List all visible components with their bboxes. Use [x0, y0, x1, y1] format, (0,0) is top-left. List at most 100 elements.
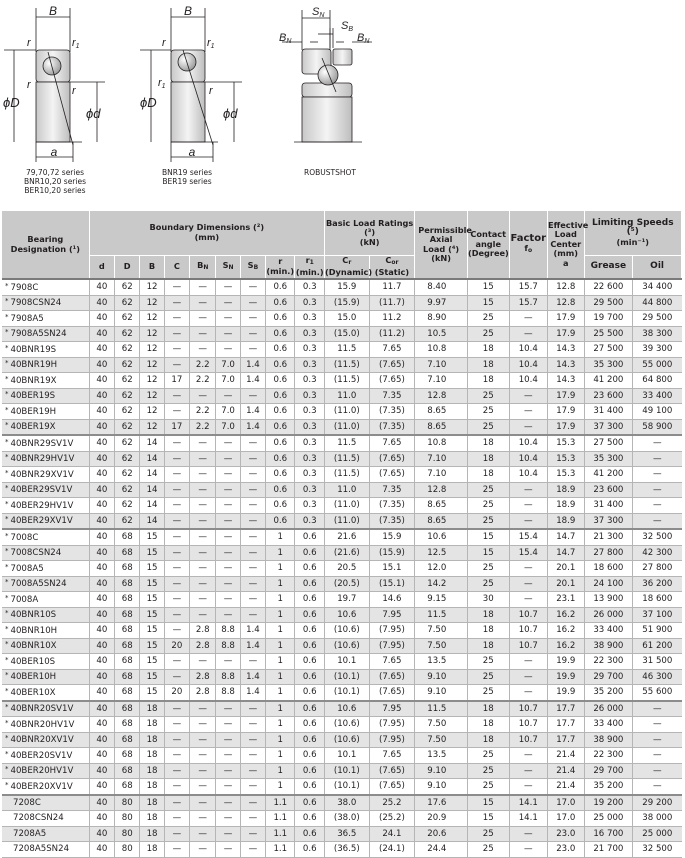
cell-SN: 7.0 — [215, 357, 241, 373]
cell-cr-dynamic: 10.1 — [324, 653, 370, 670]
cell-permissible-axial-load: 13.5 — [414, 653, 468, 670]
cell-r1-min: 0.6 — [294, 545, 325, 561]
cell-C: 20 — [164, 684, 191, 701]
cell-effective-load-center: 23.0 — [547, 841, 585, 858]
bearing-designation: * 7008CSN24 — [2, 545, 90, 561]
table-row: * 7908C 40 62 12— — — —0.6 0.3 15.9 11.7 8.40 15 15.7… — [2, 279, 682, 296]
cell-BN: — — [189, 279, 217, 296]
cell-r-min: 1 — [265, 699, 296, 717]
cell-r-min: 1 — [265, 778, 296, 795]
cell-r1-min: 0.3 — [294, 466, 325, 483]
cell-limiting-speed-grease: 23 600 — [584, 388, 634, 404]
cell-effective-load-center: 14.3 — [547, 372, 585, 389]
cell-cor-static: 7.65 — [369, 341, 416, 358]
cell-SB: 1.4 — [240, 372, 267, 389]
cell-SN: — — [215, 653, 241, 670]
table-row: * 7008A 40 68 15— — — —1 0.6 19.7 14.6 9.15 30—23.1 1… — [2, 591, 682, 608]
cell-d: 40 — [89, 372, 116, 389]
cell-BN: — — [189, 513, 217, 530]
cell-r1-min: 0.3 — [294, 310, 325, 327]
cell-r-min: 0.6 — [265, 513, 296, 530]
table-row: * 40BNR10H 40 68 15—2.8 8.8 1.4 1 0.6 (10.6) (7.95… — [2, 622, 682, 639]
cell-d: 40 — [89, 826, 116, 842]
cell-SB: — — [240, 716, 267, 733]
cell-effective-load-center: 14.7 — [547, 528, 585, 546]
designation-text: 40BER20XV1V — [10, 781, 73, 792]
cell-SB: 1.4 — [240, 669, 267, 685]
cell-C: — — [164, 497, 191, 514]
cell-B: 15 — [139, 622, 165, 639]
designation-text: 40BNR29SV1V — [10, 438, 74, 449]
cell-SN: — — [215, 528, 241, 546]
cell-permissible-axial-load: 20.9 — [414, 810, 468, 827]
bearing-designation: * 40BER19S — [2, 388, 90, 404]
cell-B: 15 — [139, 653, 165, 670]
caption-bnr19-series: BNR19 series BER19 series — [152, 168, 222, 186]
cell-B: 18 — [139, 826, 165, 842]
cell-B: 15 — [139, 545, 165, 561]
cell-BN: — — [189, 747, 217, 764]
cell-D: 68 — [114, 653, 141, 670]
designation-text: 7008CSN24 — [10, 548, 62, 559]
cell-D: 68 — [114, 669, 141, 685]
cell-cr-dynamic: (38.0) — [324, 810, 370, 827]
cell-cor-static: 7.35 — [369, 388, 416, 404]
cell-permissible-axial-load: 7.50 — [414, 638, 468, 654]
cell-D: 62 — [114, 295, 141, 311]
cell-r1-min: 0.6 — [294, 591, 325, 608]
cell-C: — — [164, 732, 191, 748]
cell-factor-fo: — — [509, 326, 549, 342]
cell-BN: — — [189, 295, 217, 311]
bearing-designation: * 7908A5 — [2, 310, 90, 327]
cell-contact-angle: 18 — [467, 716, 510, 733]
cell-SN: — — [215, 513, 241, 530]
asterisk-marker: * — [5, 312, 9, 321]
cell-d: 40 — [89, 434, 116, 452]
svg-text:r: r — [209, 85, 214, 97]
cell-factor-fo: 10.4 — [509, 434, 549, 452]
cell-cr-dynamic: 11.0 — [324, 388, 370, 404]
designation-text: 7908A5SN24 — [10, 329, 67, 340]
cell-cor-static: (7.35) — [369, 419, 416, 436]
cell-C: — — [164, 699, 191, 717]
cell-cor-static: (7.65) — [369, 684, 416, 701]
cell-SB: 1.4 — [240, 622, 267, 639]
cell-r1-min: 0.3 — [294, 357, 325, 373]
cell-permissible-axial-load: 12.5 — [414, 545, 468, 561]
cell-SB: — — [240, 295, 267, 311]
asterisk-marker: * — [5, 421, 9, 430]
cell-B: 12 — [139, 419, 165, 436]
header-BN: BN — [189, 255, 217, 280]
cell-effective-load-center: 19.9 — [547, 684, 585, 701]
cell-cr-dynamic: (21.6) — [324, 545, 370, 561]
cell-contact-angle: 18 — [467, 357, 510, 373]
cell-r1-min: 0.3 — [294, 341, 325, 358]
cell-B: 18 — [139, 793, 165, 811]
cell-SN: — — [215, 388, 241, 404]
table-body: * 7908C 40 62 12— — — —0.6 0.3 15.9 11.7 8.40 15 15.7… — [2, 279, 682, 858]
cell-SN: — — [215, 560, 241, 577]
cell-limiting-speed-oil: 46 300 — [632, 669, 682, 685]
cell-C: — — [164, 279, 191, 296]
cell-limiting-speed-oil: 49 100 — [632, 403, 682, 420]
cell-C: — — [164, 295, 191, 311]
designation-text: 40BNR10H — [10, 625, 58, 636]
asterisk-marker: * — [5, 578, 9, 587]
cell-r-min: 1 — [265, 684, 296, 701]
cell-cor-static: 7.95 — [369, 699, 416, 717]
asterisk-marker: * — [5, 703, 9, 712]
cell-C: — — [164, 451, 191, 467]
cell-effective-load-center: 20.1 — [547, 560, 585, 577]
cell-D: 62 — [114, 466, 141, 483]
bearing-designation: 7208C — [2, 793, 90, 811]
header-d: d — [89, 255, 116, 280]
header-grease: Grease — [584, 255, 634, 280]
cell-d: 40 — [89, 341, 116, 358]
cell-effective-load-center: 19.9 — [547, 653, 585, 670]
bearing-designation: * 40BER29SV1V — [2, 482, 90, 498]
cell-SN: — — [215, 591, 241, 608]
cell-limiting-speed-grease: 31 400 — [584, 403, 634, 420]
cell-B: 15 — [139, 684, 165, 701]
caption-line: ROBUSTSHOT — [304, 168, 356, 177]
table-row: * 7008CSN24 40 68 15— — — —1 0.6 (21.6) (15.9) 12.5… — [2, 545, 682, 561]
